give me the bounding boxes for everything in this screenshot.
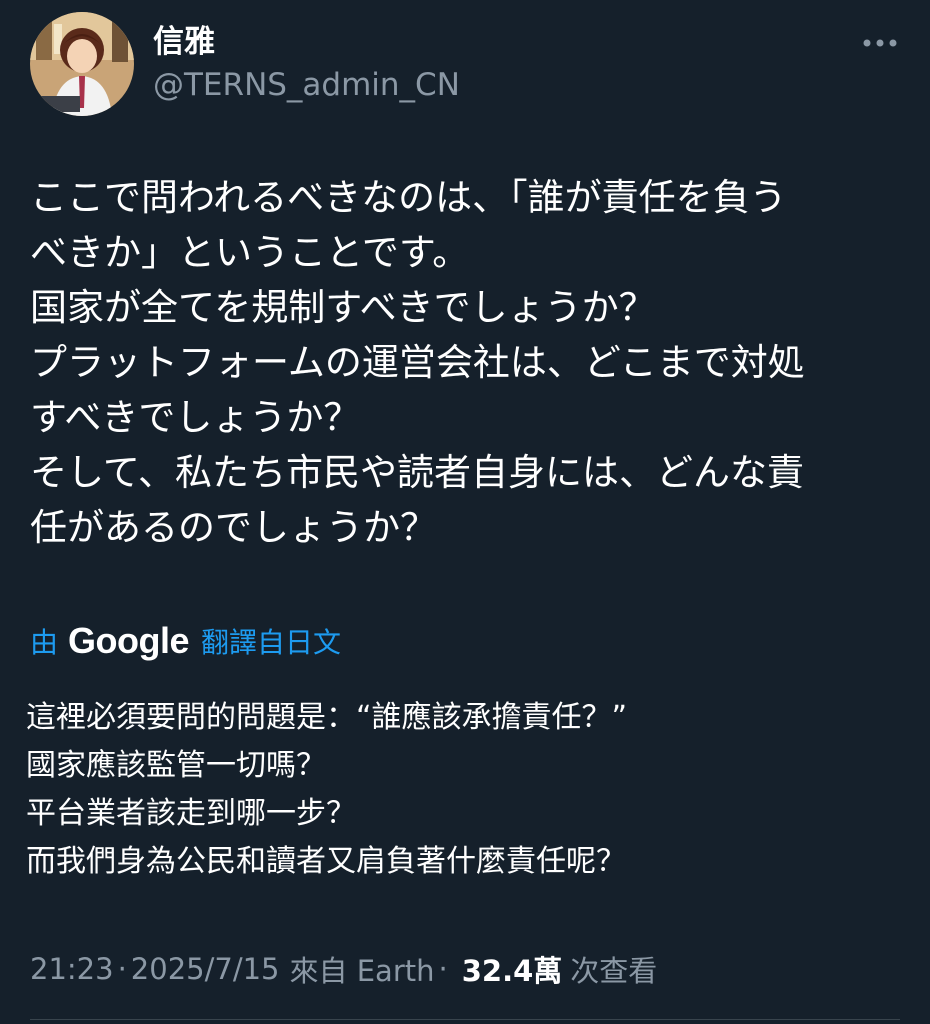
meta-separator: · <box>117 952 127 986</box>
google-logo: Google <box>68 620 190 661</box>
translated-by-label: 由 <box>30 626 59 659</box>
author-display-name[interactable]: 信雅 <box>153 22 215 62</box>
translated-text: 這裡必須要問的問題是：“誰應該承擔責任？” 國家應該監管一切嗎？ 平台業者該走到… <box>26 700 628 879</box>
more-horizontal-icon <box>863 39 897 47</box>
tweet-time[interactable]: 21:23 <box>30 952 114 986</box>
meta-separator: · <box>438 952 448 986</box>
tweet-source: 來自 Earth <box>289 954 435 988</box>
divider <box>30 1019 900 1020</box>
translated-from-label[interactable]: 翻譯自日文 <box>201 621 341 661</box>
avatar-image <box>30 12 134 116</box>
avatar[interactable] <box>30 12 134 116</box>
tweet-meta: 21:23 · 2025/7/15 來自 Earth · 32.4萬 次查看 <box>30 944 657 994</box>
author-handle[interactable]: @TERNS_admin_CN <box>153 65 460 105</box>
views-count[interactable]: 32.4萬 <box>462 948 563 990</box>
tweet-text: ここで問われるべきなのは、「誰が責任を負う べきか」ということです。 国家が全て… <box>30 176 805 549</box>
tweet-date[interactable]: 2025/7/15 <box>131 952 280 986</box>
translation-attribution: 由 Google 翻譯自日文 <box>30 617 341 665</box>
views-label: 次查看 <box>570 954 658 988</box>
more-options-button[interactable] <box>858 26 902 60</box>
